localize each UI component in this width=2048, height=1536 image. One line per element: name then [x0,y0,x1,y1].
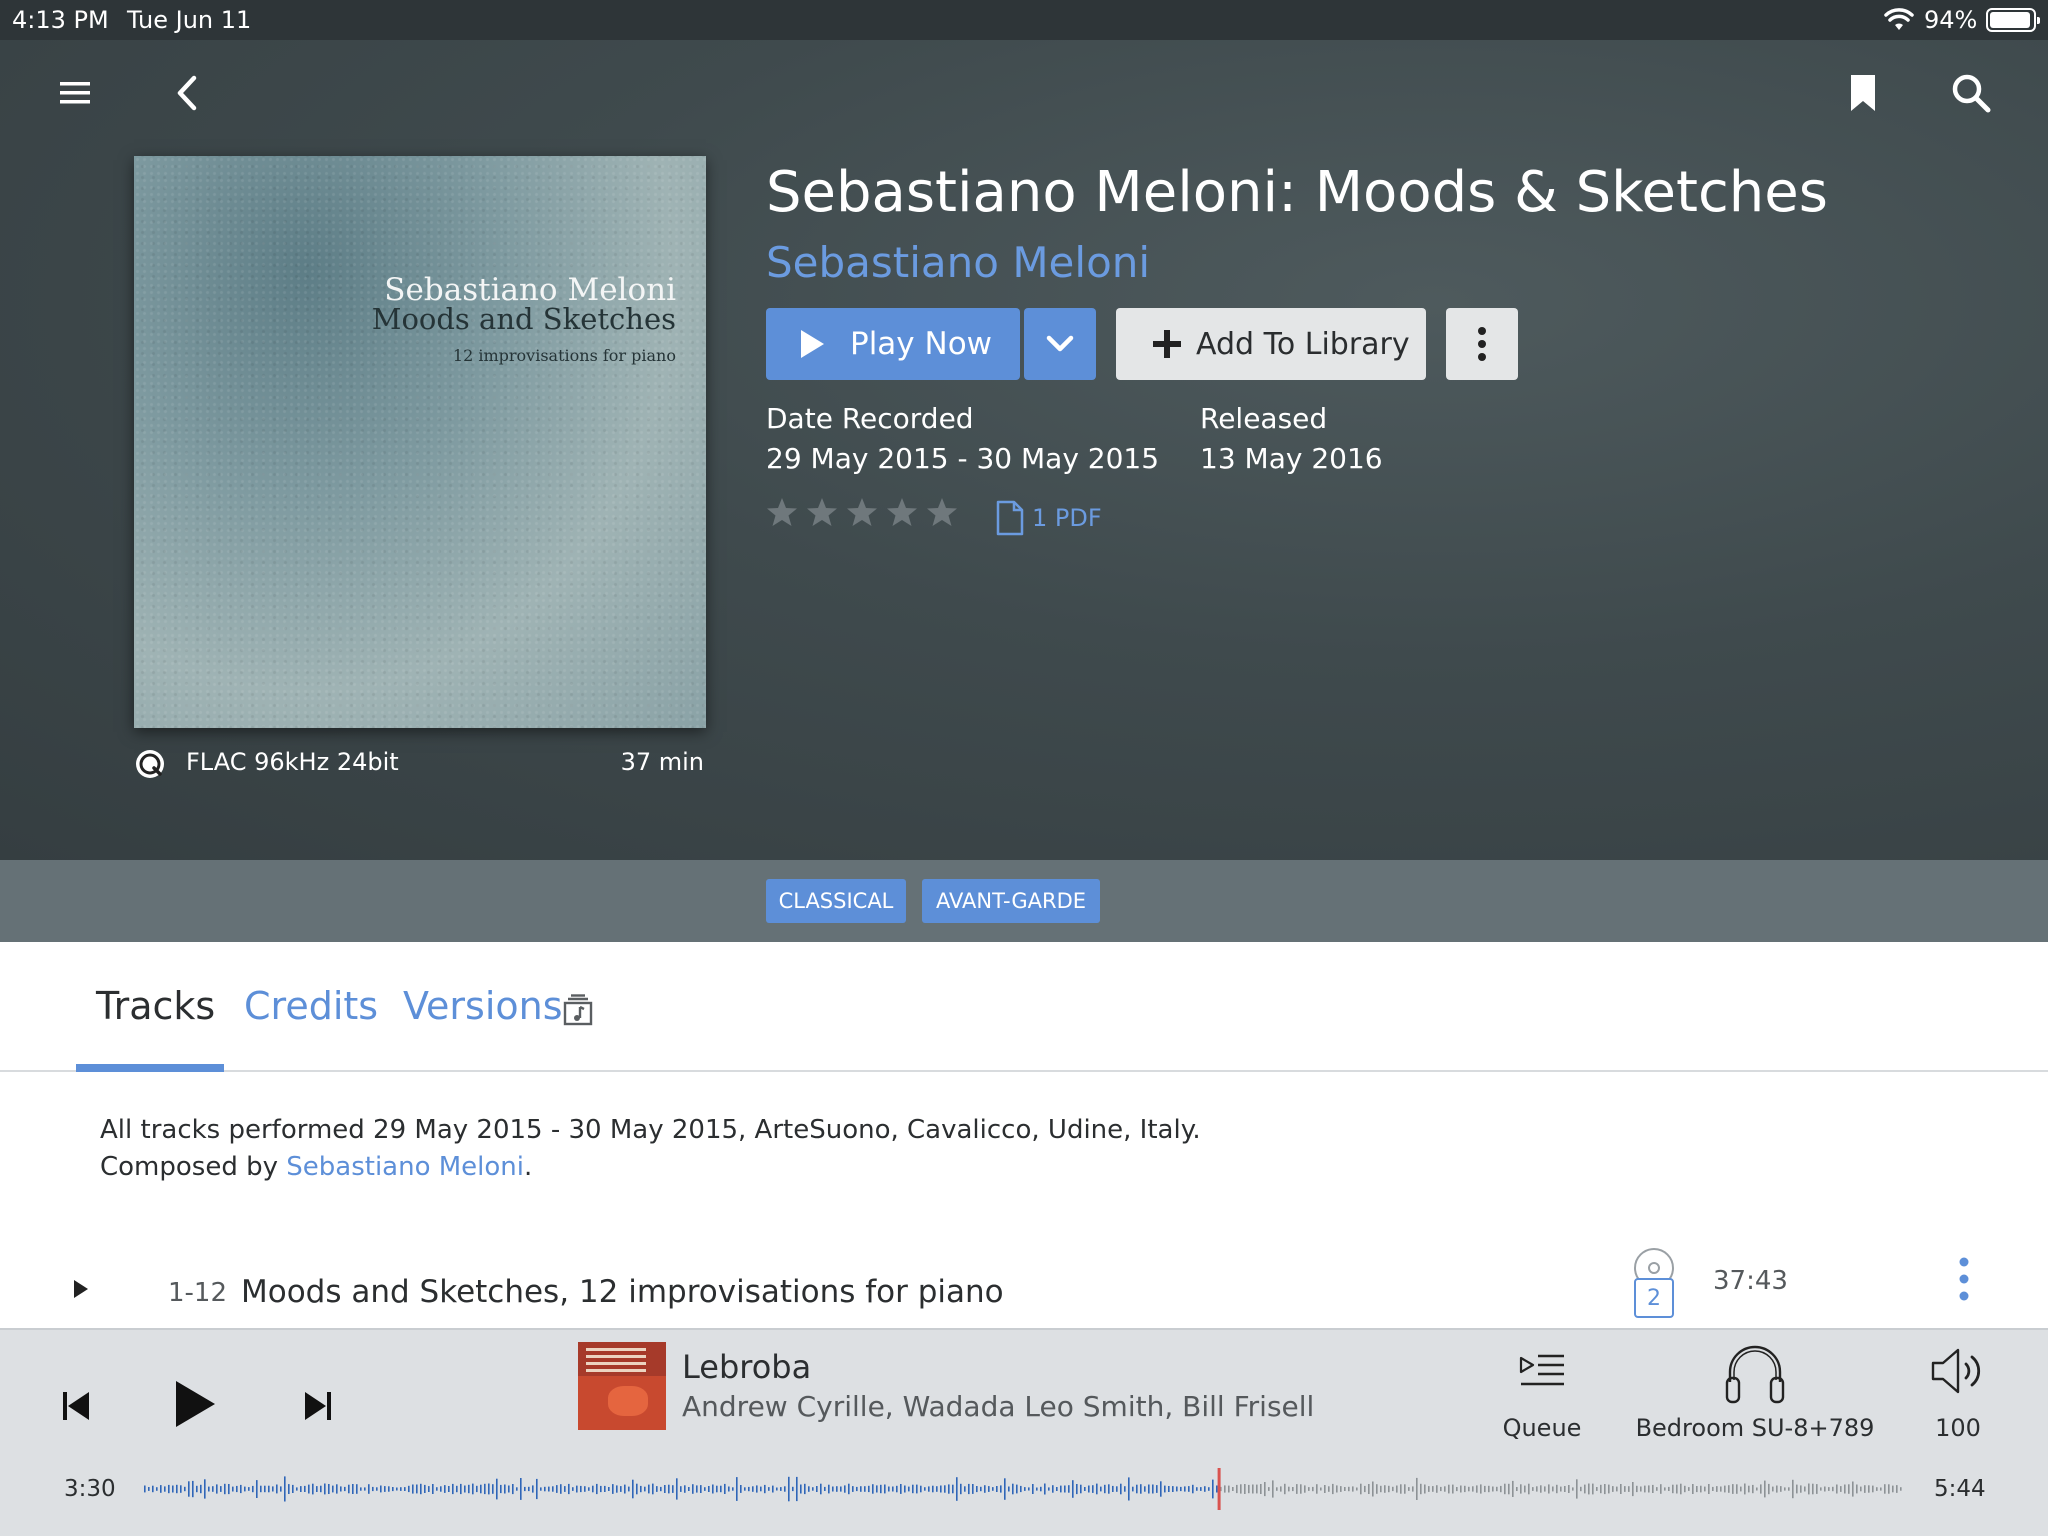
now-playing-artist[interactable]: Andrew Cyrille, Wadada Leo Smith, Bill F… [682,1390,1314,1423]
star-icon[interactable] [806,496,838,528]
track-more-icon[interactable] [1958,1256,1970,1302]
album-artist-link[interactable]: Sebastiano Meloni [766,238,1150,287]
status-date: Tue Jun 11 [127,6,252,34]
more-options-button[interactable] [1446,308,1518,380]
tab-credits[interactable]: Credits [244,984,378,1028]
star-icon[interactable] [926,496,958,528]
album-header: 4:13 PM Tue Jun 11 94% Sebastiano Meloni… [0,0,2048,860]
tab-versions[interactable]: Versions [403,984,563,1028]
wifi-icon [1884,8,1914,38]
active-tab-indicator [76,1064,224,1072]
album-notes: All tracks performed 29 May 2015 - 30 Ma… [100,1112,1201,1186]
now-playing-artwork[interactable] [578,1342,666,1430]
battery-icon [1986,8,2040,32]
performance-note: All tracks performed 29 May 2015 - 30 Ma… [100,1115,1201,1145]
now-playing-title[interactable]: Lebroba [682,1348,811,1386]
track-duration: 37:43 [1713,1266,1788,1296]
disc-number-badge: 2 [1634,1278,1674,1318]
volume-button[interactable] [1928,1344,1988,1398]
track-row[interactable]: 1-12 Moods and Sketches, 12 improvisatio… [0,1234,2048,1328]
chevron-left-icon [177,75,197,111]
volume-level: 100 [1935,1414,1981,1442]
next-track-button[interactable] [298,1386,338,1426]
album-duration: 37 min [620,748,704,776]
queue-button[interactable] [1500,1346,1584,1396]
track-title: Moods and Sketches, 12 improvisations fo… [241,1274,1004,1310]
audio-quality: FLAC 96kHz 24bit [186,748,399,776]
released-label: Released [1200,402,1328,435]
play-icon [176,1381,215,1427]
composer-note: Composed by Sebastiano Meloni. [100,1149,1201,1186]
status-time: 4:13 PM [12,6,109,34]
total-time: 5:44 [1934,1476,1986,1502]
track-number: 1-12 [168,1278,228,1308]
play-options-dropdown[interactable] [1024,308,1096,380]
add-to-library-label: Add To Library [1196,326,1410,362]
previous-track-button[interactable] [56,1386,96,1426]
artwork-text-lines [586,1348,646,1351]
waveform-scrubber[interactable] [144,1468,1904,1510]
play-icon [798,328,826,360]
bookmark-button[interactable] [1840,70,1886,116]
composer-link[interactable]: Sebastiano Meloni [286,1152,524,1182]
playhead-marker[interactable] [1217,1468,1221,1510]
skip-back-icon [63,1392,89,1420]
pdf-link[interactable]: 1 PDF [996,500,1102,536]
cover-subtitle-text: 12 improvisations for piano [452,346,676,365]
plus-icon [1152,329,1182,359]
genre-tag-avant-garde[interactable]: AVANT-GARDE [922,879,1100,923]
headphones-icon [1725,1345,1785,1404]
play-now-button[interactable]: Play Now [766,308,1020,380]
pdf-label: 1 PDF [1032,504,1102,532]
expand-play-icon[interactable] [72,1278,90,1300]
tab-tracks[interactable]: Tracks [96,984,215,1028]
status-bar: 4:13 PM Tue Jun 11 94% [0,0,2048,40]
battery-percent: 94% [1924,6,1978,34]
skip-forward-icon [305,1392,331,1420]
play-pause-button[interactable] [168,1374,222,1434]
released-value: 13 May 2016 [1200,442,1383,475]
rating-stars[interactable] [766,496,958,528]
chevron-down-icon [1046,335,1074,352]
hamburger-icon [60,82,90,104]
bookmark-icon [1851,75,1875,111]
album-title: Sebastiano Meloni: Moods & Sketches [766,160,1828,225]
tab-bar: Tracks Credits Versions [0,942,2048,1072]
back-button[interactable] [164,70,210,116]
play-now-label: Play Now [850,326,993,362]
more-vertical-icon [1478,327,1486,361]
date-recorded-value: 29 May 2015 - 30 May 2015 [766,442,1160,475]
artwork-shape [608,1386,648,1416]
queue-label: Queue [1502,1414,1582,1442]
document-icon [996,500,1024,536]
queue-icon [1519,1354,1564,1386]
date-recorded-label: Date Recorded [766,402,974,435]
star-icon[interactable] [886,496,918,528]
album-cover[interactable]: Sebastiano Meloni Moods and Sketches 12 … [134,156,706,728]
cover-texture [134,156,706,728]
menu-button[interactable] [52,70,98,116]
output-device-button[interactable] [1720,1338,1790,1408]
speaker-icon [1931,1348,1981,1394]
cover-title-text: Moods and Sketches [371,302,676,336]
star-icon[interactable] [766,496,798,528]
hi-res-quality-icon [136,750,164,778]
composed-suffix: . [524,1152,533,1182]
search-icon [1952,74,1991,113]
composed-prefix: Composed by [100,1152,287,1182]
output-device-label: Bedroom SU-8+789 [1635,1414,1875,1442]
star-icon[interactable] [846,496,878,528]
player-bar: Lebroba Andrew Cyrille, Wadada Leo Smith… [0,1328,2048,1536]
versions-icon [563,994,593,1026]
genre-tag-classical[interactable]: CLASSICAL [766,879,906,923]
search-button[interactable] [1948,70,1994,116]
add-to-library-button[interactable]: Add To Library [1116,308,1426,380]
elapsed-time: 3:30 [64,1476,116,1502]
